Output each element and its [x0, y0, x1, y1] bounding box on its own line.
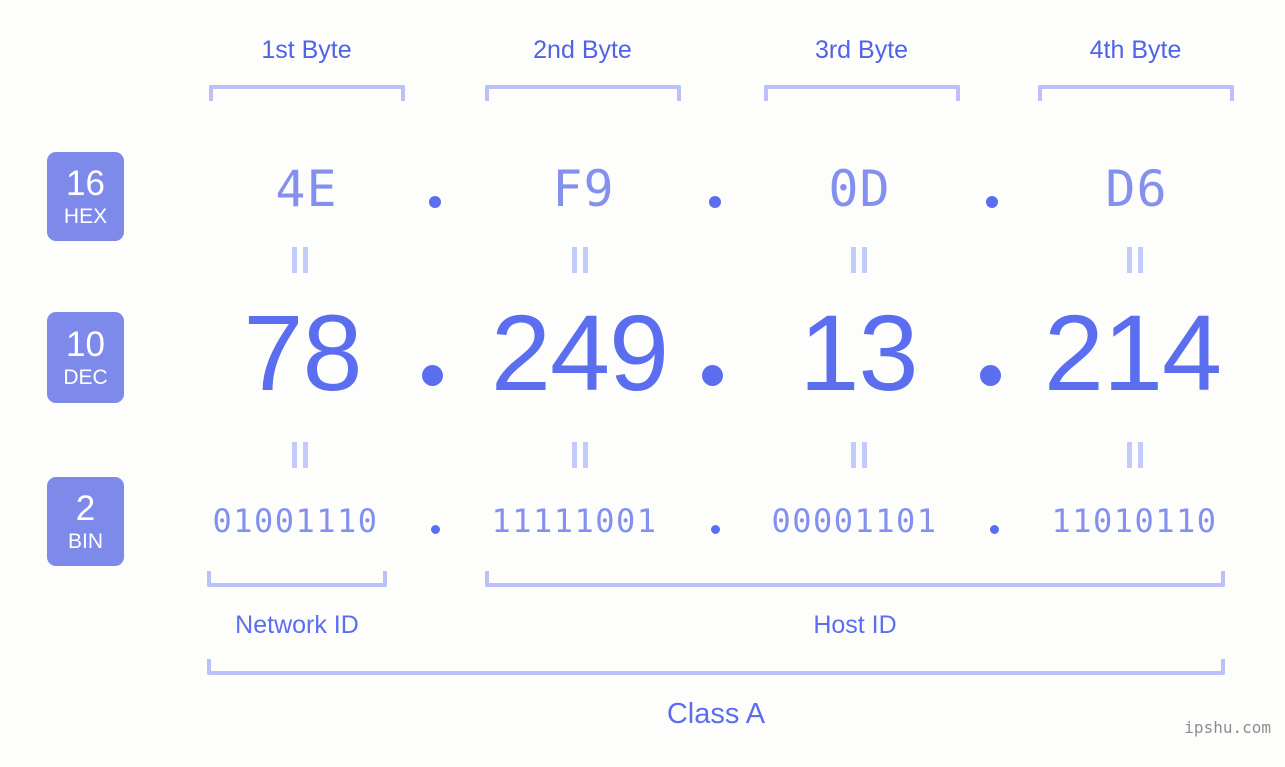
badge-dec: 10 DEC	[47, 312, 124, 403]
equals-icon-dec-bin-1	[289, 442, 311, 468]
class-label: Class A	[666, 698, 766, 730]
badge-bin-name: BIN	[67, 530, 103, 553]
hex-byte-2: F9	[552, 160, 615, 218]
bin-byte-2: 11111001	[491, 502, 658, 540]
byte-bracket-top-2	[485, 85, 681, 101]
host-id-label: Host ID	[813, 611, 897, 639]
byte-header-2: 2nd Byte	[533, 36, 632, 64]
dec-byte-1: 78	[243, 292, 362, 413]
host-id-bracket	[485, 571, 1225, 587]
badge-dec-base: 10	[66, 325, 105, 364]
byte-bracket-top-3	[764, 85, 960, 101]
badge-bin: 2 BIN	[47, 477, 124, 566]
dec-separator-2	[702, 365, 723, 386]
equals-icon-dec-bin-3	[848, 442, 870, 468]
byte-bracket-top-4	[1038, 85, 1234, 101]
equals-icon-dec-bin-2	[569, 442, 591, 468]
equals-icon-hex-dec-1	[289, 247, 311, 273]
bin-separator-3	[990, 525, 999, 534]
byte-header-3: 3rd Byte	[814, 36, 909, 64]
equals-icon-dec-bin-4	[1124, 442, 1146, 468]
badge-dec-name: DEC	[63, 366, 108, 389]
dec-byte-2: 249	[490, 292, 669, 413]
watermark: ipshu.com	[1184, 718, 1271, 737]
class-bracket	[207, 659, 1225, 675]
hex-separator-1	[429, 196, 441, 208]
bin-byte-1: 01001110	[212, 502, 379, 540]
network-id-bracket	[207, 571, 387, 587]
dec-separator-1	[422, 365, 443, 386]
network-id-label: Network ID	[235, 611, 359, 639]
ip-address-breakdown-diagram: 1st Byte 2nd Byte 3rd Byte 4th Byte 16 H…	[0, 0, 1285, 767]
dec-byte-3: 13	[799, 292, 918, 413]
hex-byte-4: D6	[1105, 160, 1168, 218]
bin-byte-4: 11010110	[1051, 502, 1218, 540]
byte-header-1: 1st Byte	[261, 36, 352, 64]
bin-separator-1	[431, 525, 440, 534]
hex-byte-1: 4E	[275, 160, 338, 218]
hex-separator-2	[709, 196, 721, 208]
badge-bin-base: 2	[75, 489, 96, 528]
badge-hex-name: HEX	[63, 205, 108, 228]
equals-icon-hex-dec-3	[848, 247, 870, 273]
equals-icon-hex-dec-4	[1124, 247, 1146, 273]
bin-byte-3: 00001101	[771, 502, 938, 540]
bin-separator-2	[711, 525, 720, 534]
badge-hex-base: 16	[66, 164, 105, 203]
dec-separator-3	[980, 365, 1001, 386]
dec-byte-4: 214	[1043, 292, 1222, 413]
hex-separator-3	[986, 196, 998, 208]
equals-icon-hex-dec-2	[569, 247, 591, 273]
byte-header-4: 4th Byte	[1089, 36, 1182, 64]
hex-byte-3: 0D	[828, 160, 891, 218]
byte-bracket-top-1	[209, 85, 405, 101]
badge-hex: 16 HEX	[47, 152, 124, 241]
